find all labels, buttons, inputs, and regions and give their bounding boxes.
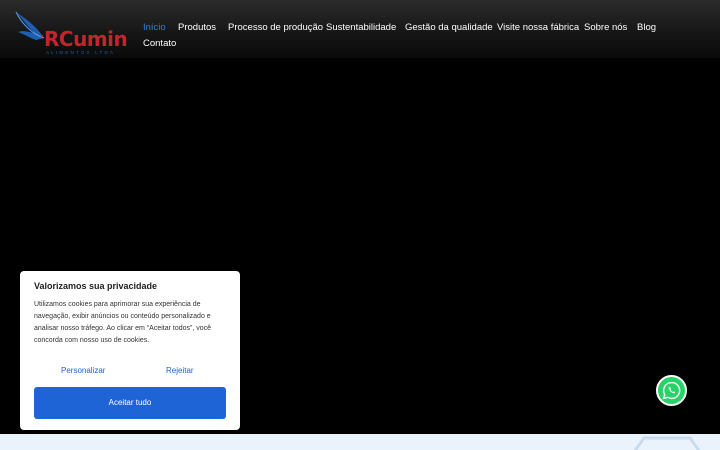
reject-button[interactable]: Rejeitar	[166, 366, 194, 375]
site-logo[interactable]: RCumin ALIMENTOS LTDA	[14, 10, 128, 56]
nav-item-sobre-nos[interactable]: Sobre nós	[584, 22, 627, 34]
whatsapp-icon	[662, 381, 681, 400]
nav-item-produtos[interactable]: Produtos	[178, 22, 216, 34]
accept-all-button[interactable]: Aceitar tudo	[34, 387, 226, 419]
nav-item-gestao-qualidade[interactable]: Gestão da qualidade	[405, 22, 493, 34]
logo-word: RCumin	[44, 27, 128, 51]
logo-subtitle: ALIMENTOS LTDA	[46, 50, 116, 55]
content-section-top	[0, 434, 720, 450]
customize-button[interactable]: Personalizar	[61, 366, 105, 375]
hexagon-decoration	[633, 436, 701, 450]
nav-item-contato[interactable]: Contato	[143, 38, 176, 50]
cookie-title: Valorizamos sua privacidade	[34, 281, 158, 291]
nav-item-sustentabilidade[interactable]: Sustentabilidade	[326, 22, 396, 34]
whatsapp-button[interactable]	[656, 375, 687, 406]
cookie-description: Utilizamos cookies para aprimorar sua ex…	[34, 301, 212, 344]
page: RCumin ALIMENTOS LTDA Início Produtos Pr…	[0, 0, 720, 450]
nav-item-processo[interactable]: Processo de produção	[228, 22, 323, 34]
nav-item-inicio[interactable]: Início	[143, 22, 166, 34]
nav-item-blog[interactable]: Blog	[637, 22, 656, 34]
cookie-consent-dialog: Valorizamos sua privacidade Utilizamos c…	[20, 271, 240, 430]
site-header: RCumin ALIMENTOS LTDA Início Produtos Pr…	[0, 0, 720, 58]
nav-item-visite-fabrica[interactable]: Visite nossa fábrica	[497, 22, 579, 34]
